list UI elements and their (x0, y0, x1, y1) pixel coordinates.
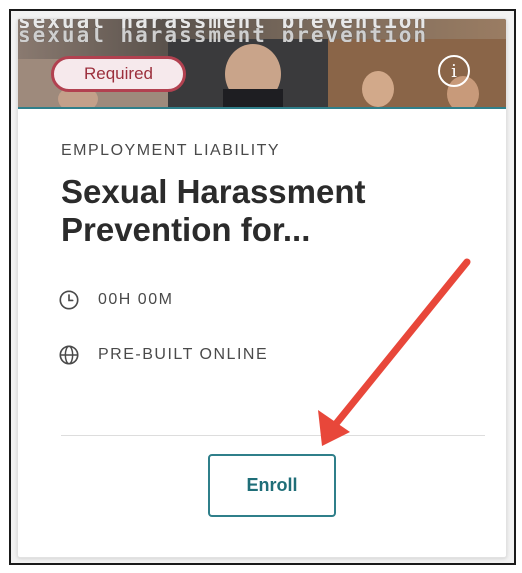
format-text: PRE-BUILT ONLINE (98, 346, 269, 363)
course-banner-image: sexual harassment prevention sexual hara… (18, 19, 506, 109)
course-category: EMPLOYMENT LIABILITY (61, 142, 281, 159)
banner-title-text-echo: sexual harassment prevention (18, 28, 429, 42)
required-badge: Required (51, 56, 186, 92)
course-title[interactable]: Sexual Harassment Prevention for... (61, 173, 481, 249)
duration-row: 00H 00M (58, 289, 173, 311)
enroll-button[interactable]: Enroll (208, 454, 336, 517)
banner-title-text: sexual harassment prevention (18, 19, 506, 28)
format-row: PRE-BUILT ONLINE (58, 344, 268, 366)
info-icon[interactable]: i (438, 55, 470, 87)
course-card: sexual harassment prevention sexual hara… (17, 18, 507, 558)
duration-text: 00H 00M (98, 291, 174, 308)
globe-icon (59, 345, 79, 365)
card-divider (61, 435, 485, 436)
banner-accent-line (18, 107, 506, 109)
clock-icon (59, 290, 79, 310)
